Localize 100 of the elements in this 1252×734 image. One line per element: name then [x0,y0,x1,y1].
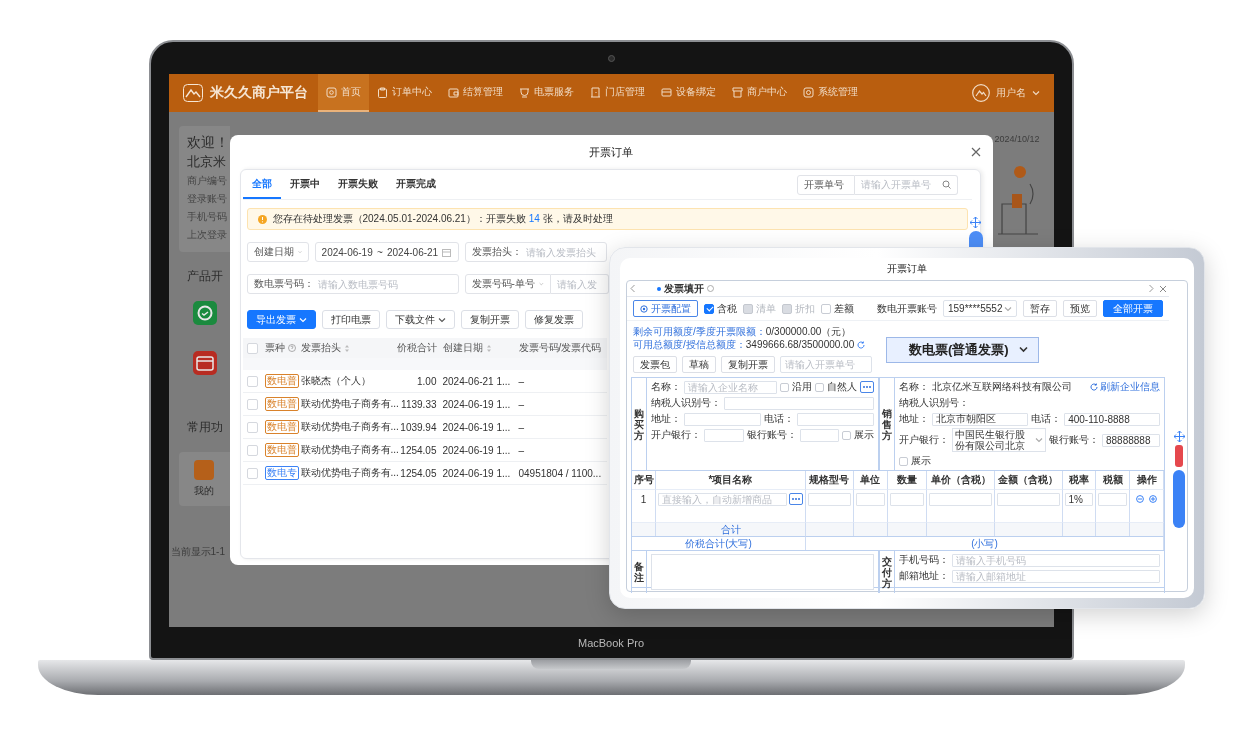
column-header[interactable]: 发票号码/发票代码 [518,341,602,356]
field-label: 地址： [651,412,681,426]
date-range-field[interactable]: 2024-06-19 ~ 2024-06-21 [314,242,459,263]
tab[interactable]: 开票完成 [386,170,445,200]
select-field[interactable]: 开票单号 [796,175,855,195]
input-field[interactable]: 400-110-8888 [1064,412,1160,426]
amount-label: (小写) [806,536,1164,550]
input-field[interactable] [704,428,744,442]
close-icon[interactable] [1159,284,1167,293]
input-field[interactable]: 88888888 [1102,433,1160,447]
user-name[interactable]: 用户名 [995,86,1026,101]
button[interactable]: 发票包 [633,356,677,373]
input-field[interactable] [797,412,875,426]
dialog-title: 开票订单 [886,262,928,276]
more-button[interactable] [860,381,875,393]
chevron-left-icon[interactable] [629,284,637,293]
checkbox[interactable] [704,303,714,314]
nav-tab[interactable]: 系统管理 [794,74,866,113]
checkbox[interactable] [899,456,909,466]
input-field[interactable] [889,492,925,506]
section-label: 购买方 [634,407,644,441]
button[interactable]: 暂存 [1023,300,1057,317]
input-field[interactable]: 请输入手机号码 [952,553,1160,567]
column-header[interactable]: 发票抬头 [300,341,350,356]
select-field[interactable]: 159****5552 [943,300,1017,317]
input-field[interactable] [724,396,875,410]
chevron-down-icon [1004,305,1012,312]
select-field[interactable]: 创建日期 [246,242,309,263]
button[interactable]: 开票配置 [633,300,698,317]
button[interactable]: 导出发票 [246,310,316,330]
search-icon [941,180,951,190]
filter-field[interactable]: 发票抬头： 请输入发票抬头 [464,242,607,263]
minus-circle-icon[interactable] [1136,495,1145,503]
camera [607,54,615,62]
button[interactable]: 修复发票 [524,310,583,330]
input-field[interactable] [1098,492,1128,506]
nav-tab[interactable]: 电票服务 [510,74,582,113]
input-field[interactable] [929,492,992,506]
checkbox[interactable] [821,303,831,314]
plus-circle-icon[interactable] [1149,495,1158,503]
column-header[interactable]: 票种 [264,341,296,356]
checkbox[interactable] [780,382,790,392]
column-header[interactable]: 价税合计 [396,341,437,356]
chevron-right-icon[interactable] [1147,284,1155,293]
close-icon[interactable] [970,147,981,158]
field-label: 电话： [1031,412,1062,426]
input-field[interactable]: 北京市朝阳区 [932,412,1029,426]
table-cell-text: – [518,399,526,410]
nav-tab[interactable]: 订单中心 [368,74,440,113]
nav-tab[interactable]: 门店管理 [581,74,653,113]
remarks-field[interactable] [651,554,875,590]
button[interactable]: 复制开票 [460,310,519,330]
input-field[interactable]: 请输入企业名称 [684,380,778,394]
info-icon [707,285,714,292]
button[interactable]: 下载文件 [385,310,455,330]
checkbox[interactable] [815,382,825,392]
tab[interactable]: 开票中 [280,170,329,200]
checkbox[interactable] [842,430,852,440]
button[interactable]: 全部开票 [1103,300,1163,317]
avatar-icon [971,84,990,103]
invoice-type-select[interactable]: 数电票(普通发票) [886,336,1039,363]
input-field[interactable]: 1% [1064,492,1094,506]
column-header[interactable]: 创建日期 [442,341,492,356]
side-toolbar[interactable] [1173,470,1185,528]
select-field[interactable]: 中国民生银行股份有限公司北京 [952,428,1046,452]
side-tab[interactable] [1175,445,1183,467]
move-icon[interactable] [1173,431,1185,442]
button[interactable]: 复制开票 [721,356,775,373]
button[interactable]: 草稿 [682,356,716,373]
app-icon [194,460,214,481]
input-field[interactable] [808,492,851,506]
input-field[interactable]: 请输入数电票号码 [317,279,452,290]
table-cell [1062,522,1097,536]
move-icon[interactable] [970,217,981,229]
nav-tab[interactable]: 结算管理 [439,74,511,113]
input-field[interactable] [684,412,762,426]
chevron-down-icon [1035,437,1043,443]
tab[interactable]: 发票填开 [651,281,720,296]
input-field[interactable] [855,492,885,506]
nav-tab[interactable]: 商户中心 [723,74,795,113]
tab[interactable]: 开票失败 [328,170,387,200]
refresh-link[interactable]: 刷新企业信息 [1090,380,1160,394]
table-cell-text: 1.00 [416,376,438,387]
column-header: 税率 [1062,471,1097,490]
nav-tab[interactable]: 设备绑定 [652,74,724,113]
input-field[interactable] [996,492,1060,506]
refresh-icon[interactable] [857,341,866,349]
select-field[interactable]: 发票号码-单号 [464,274,551,295]
filter-field[interactable]: 数电票号码： 请输入数电票号码 [246,274,459,295]
input-field[interactable] [799,428,840,442]
tab[interactable]: 全部 [242,170,281,200]
range-separator: ~ [376,247,383,258]
button[interactable]: 打印电票 [321,310,380,330]
input-field[interactable]: 请输入发票抬头 [525,247,600,258]
gear-icon [640,304,648,313]
shortcut-card[interactable]: 我的 [178,452,230,507]
table-cell-text: – [518,422,526,433]
input-field[interactable]: 请输入发 [550,274,609,295]
button[interactable]: 预览 [1063,300,1097,317]
more-button[interactable] [789,493,803,505]
